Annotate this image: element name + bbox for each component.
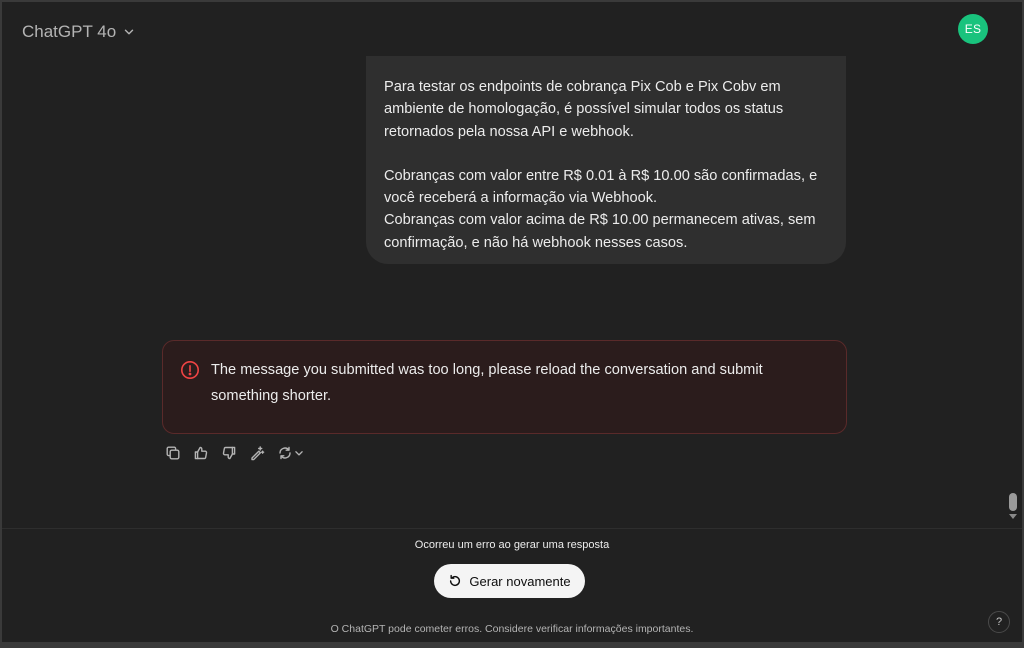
good-response-button[interactable]	[190, 442, 212, 464]
footer-divider	[2, 528, 1022, 529]
thumbs-down-icon	[222, 446, 236, 460]
chat-window: ChatGPT 4o ES Para testar os endpoints d…	[2, 2, 1022, 642]
copy-button[interactable]	[162, 442, 184, 464]
scroll-down-arrow[interactable]	[1009, 514, 1017, 519]
help-button[interactable]: ?	[988, 611, 1010, 633]
generation-error-text: Ocorreu um erro ao gerar uma resposta	[414, 539, 610, 551]
chevron-down-icon	[124, 29, 134, 35]
regenerate-menu-button[interactable]	[274, 442, 306, 464]
help-label: ?	[995, 616, 1003, 628]
error-message-box: The message you submitted was too long, …	[162, 340, 847, 434]
edit-response-button[interactable]	[246, 442, 268, 464]
edit-sparkle-icon	[251, 446, 265, 461]
disclaimer-text: O ChatGPT pode cometer erros. Considere …	[330, 623, 694, 635]
thumbs-up-icon	[194, 446, 208, 460]
user-message-bubble: Para testar os endpoints de cobrança Pix…	[366, 56, 846, 264]
message-actions	[162, 442, 306, 464]
scrollbar[interactable]	[1006, 42, 1020, 528]
regenerate-button[interactable]: Gerar novamente	[434, 564, 585, 598]
user-message-paragraph: Cobranças com valor entre R$ 0.01 à R$ 1…	[384, 167, 818, 207]
regenerate-label: Gerar novamente	[469, 573, 571, 589]
avatar-initials: ES	[964, 22, 982, 36]
user-message-paragraph: Para testar os endpoints de cobrança Pix…	[384, 79, 784, 140]
user-message-paragraph: Cobranças com valor acima de R$ 10.00 pe…	[384, 212, 816, 251]
bad-response-button[interactable]	[218, 442, 240, 464]
scrollbar-thumb[interactable]	[1009, 493, 1017, 511]
model-selector[interactable]: ChatGPT 4o	[14, 16, 144, 48]
user-avatar[interactable]: ES	[958, 14, 988, 44]
regenerate-icon	[278, 446, 291, 460]
copy-icon	[166, 446, 180, 460]
model-name: ChatGPT 4o	[22, 22, 117, 41]
error-icon	[181, 361, 199, 379]
error-message-text: The message you submitted was too long, …	[211, 362, 763, 404]
chevron-down-icon	[294, 451, 303, 456]
refresh-icon	[450, 574, 461, 587]
